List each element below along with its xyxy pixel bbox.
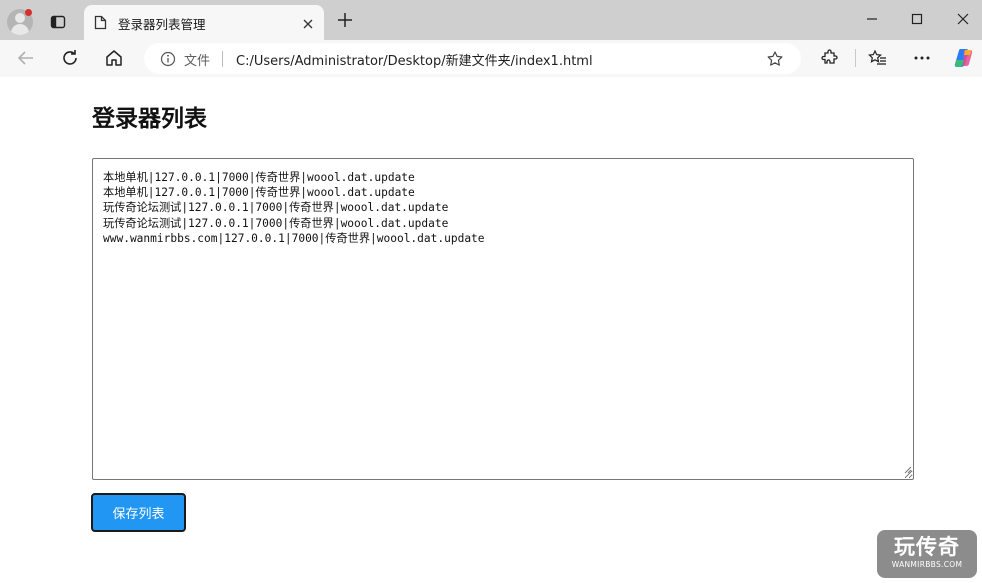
info-icon[interactable]	[160, 51, 176, 71]
tab-strip: 登录器列表管理	[0, 0, 982, 40]
copilot-icon[interactable]	[952, 46, 976, 74]
favorites-icon[interactable]	[868, 48, 888, 72]
resize-grip-icon[interactable]	[903, 463, 912, 478]
page-title: 登录器列表	[92, 106, 207, 132]
minimize-icon[interactable]	[864, 11, 880, 31]
site-watermark: 玩传奇 WANMIRBBS.COM	[877, 530, 977, 578]
address-bar[interactable]: 文件 C:/Users/Administrator/Desktop/新建文件夹/…	[144, 43, 801, 74]
address-file-label: 文件	[184, 54, 211, 69]
toolbar-divider	[855, 49, 856, 67]
tab-title: 登录器列表管理	[118, 17, 206, 32]
back-arrow-icon[interactable]	[16, 48, 36, 72]
extensions-icon[interactable]	[819, 48, 839, 72]
launcher-list-text: 本地单机|127.0.0.1|7000|传奇世界|woool.dat.updat…	[103, 171, 485, 245]
more-options-icon[interactable]	[912, 48, 932, 72]
close-window-icon[interactable]	[955, 11, 971, 31]
notification-dot-icon	[25, 9, 32, 16]
address-url[interactable]: C:/Users/Administrator/Desktop/新建文件夹/ind…	[236, 50, 593, 69]
save-list-button[interactable]: 保存列表	[91, 493, 186, 532]
watermark-logo-text: 玩传奇	[894, 535, 960, 559]
maximize-icon[interactable]	[909, 11, 925, 31]
reload-icon[interactable]	[60, 48, 80, 72]
close-tab-icon[interactable]	[302, 15, 314, 34]
avatar-head	[15, 13, 25, 23]
browser-toolbar: 文件 C:/Users/Administrator/Desktop/新建文件夹/…	[0, 40, 982, 77]
favorite-star-icon[interactable]	[766, 50, 784, 72]
home-icon[interactable]	[104, 48, 124, 72]
avatar-body	[11, 24, 29, 35]
launcher-list-textarea[interactable]: 本地单机|127.0.0.1|7000|传奇世界|woool.dat.updat…	[92, 158, 914, 480]
watermark-domain: WANMIRBBS.COM	[891, 560, 963, 569]
active-tab[interactable]: 登录器列表管理	[84, 5, 324, 40]
document-icon	[94, 15, 107, 34]
new-tab-icon[interactable]	[336, 11, 354, 33]
address-divider	[222, 51, 223, 67]
tab-actions-icon[interactable]	[45, 9, 71, 35]
page-content: 登录器列表 本地单机|127.0.0.1|7000|传奇世界|woool.dat…	[0, 77, 982, 583]
